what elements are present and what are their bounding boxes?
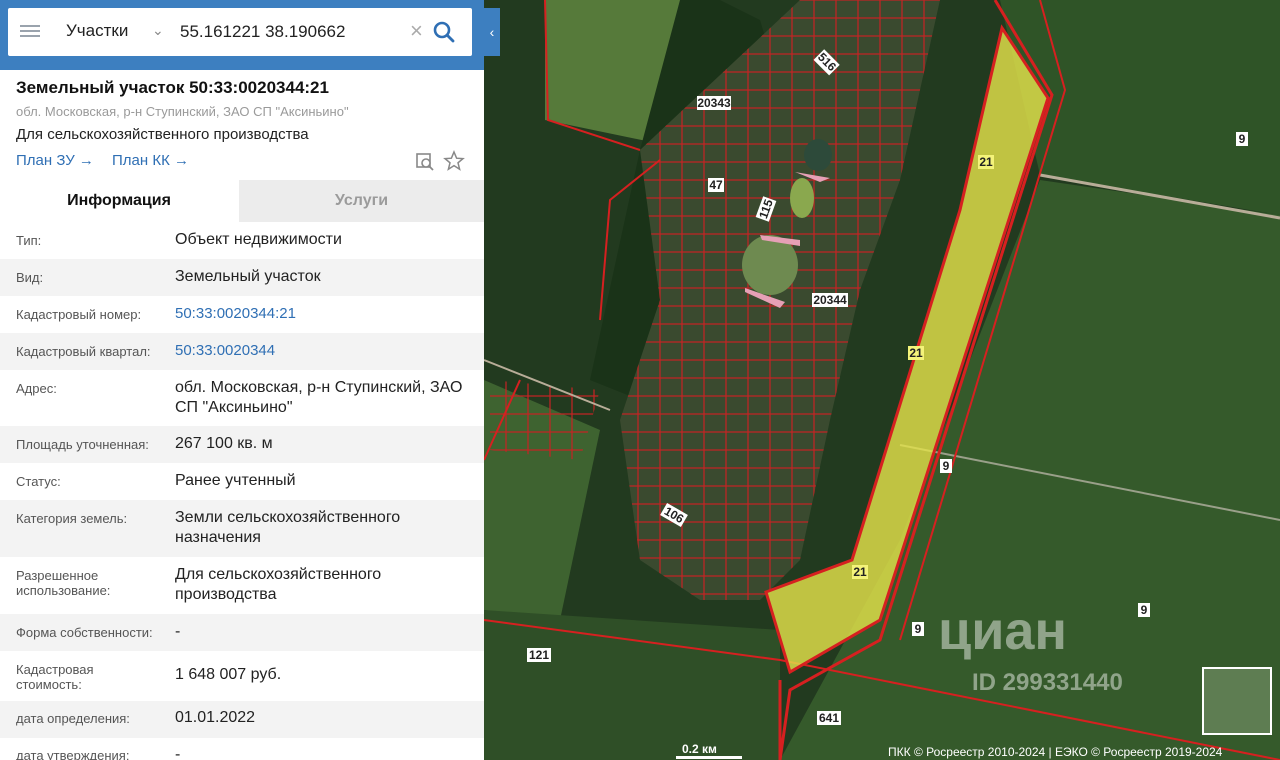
info-row: дата определения: 01.01.2022 xyxy=(0,701,484,738)
info-row: Форма собственности: - xyxy=(0,614,484,651)
scale-label: 0.2 км xyxy=(682,742,717,756)
row-label: дата определения: xyxy=(16,711,130,726)
map-label: 9 xyxy=(1239,132,1246,146)
row-label: Категория земель: xyxy=(16,511,128,526)
map-label: 641 xyxy=(819,711,839,725)
menu-icon[interactable] xyxy=(20,22,40,42)
row-label: Статус: xyxy=(16,474,61,489)
map-label: 20344 xyxy=(813,293,847,307)
map-label: 21 xyxy=(853,565,867,579)
map-label: 9 xyxy=(943,459,950,473)
row-value: Объект недвижимости xyxy=(175,231,342,248)
row-label: Кадастровая стоимость: xyxy=(16,662,94,692)
close-icon[interactable]: × xyxy=(410,19,423,43)
info-row: Категория земель: Земли сельскохозяйстве… xyxy=(0,500,484,557)
search-box: Участки ⌄ × xyxy=(8,8,472,56)
watermark: циан xyxy=(938,601,1068,661)
field-southwest xyxy=(484,610,780,760)
page-title: Земельный участок 50:33:0020344:21 xyxy=(16,78,329,97)
plan-kk-link[interactable]: План КК → xyxy=(112,152,189,169)
row-label: Разрешенное использование: xyxy=(16,568,111,598)
info-row: Кадастровый квартал: 50:33:0020344 xyxy=(0,333,484,370)
info-panel: Участки ⌄ × Земельный участок 50:33:0020… xyxy=(0,0,484,760)
info-row: Разрешенное использование: Для сельскохо… xyxy=(0,557,484,614)
info-row: Адрес: обл. Московская, р-н Ступинский, … xyxy=(0,370,484,426)
collapse-panel-button[interactable]: ‹ xyxy=(484,8,500,56)
row-value: - xyxy=(175,746,181,760)
watermark-id: ID 299331440 xyxy=(972,669,1123,696)
row-value: обл. Московская, р-н Ступинский, ЗАО СП … xyxy=(175,379,463,416)
chevron-down-icon[interactable]: ⌄ xyxy=(152,22,164,39)
search-bar: Участки ⌄ × xyxy=(0,0,484,70)
row-label: Кадастровый номер: xyxy=(16,307,142,322)
tabs: Информация Услуги xyxy=(0,180,484,222)
row-value: 1 648 007 руб. xyxy=(175,666,282,683)
row-label: Площадь уточненная: xyxy=(16,437,149,452)
minimap[interactable] xyxy=(1202,667,1272,735)
pond xyxy=(790,178,814,218)
cadastral-number-link[interactable]: 50:33:0020344:21 xyxy=(175,304,475,324)
row-label: Адрес: xyxy=(16,381,57,396)
row-label: Тип: xyxy=(16,233,42,248)
info-row: Тип: Объект недвижимости xyxy=(0,222,484,259)
layer-select[interactable]: Участки xyxy=(66,21,128,41)
plan-zu-link[interactable]: План ЗУ → xyxy=(16,152,94,169)
star-icon[interactable] xyxy=(443,150,465,172)
info-row: Кадастровый номер: 50:33:0020344:21 xyxy=(0,296,484,333)
row-value: 267 100 кв. м xyxy=(175,435,273,452)
row-value: Ранее учтенный xyxy=(175,472,296,489)
map-label: 21 xyxy=(909,346,923,360)
map-label: 9 xyxy=(915,622,922,636)
row-label: дата утверждения: xyxy=(16,748,130,760)
row-label: Форма собственности: xyxy=(16,625,153,640)
row-value: Земли сельскохозяйственного назначения xyxy=(175,509,401,546)
search-input[interactable] xyxy=(178,18,402,46)
info-row: Кадастровая стоимость: 1 648 007 руб. xyxy=(0,651,484,701)
info-row: Статус: Ранее учтенный xyxy=(0,463,484,500)
pond xyxy=(804,139,832,171)
map-label: 47 xyxy=(709,178,723,192)
row-label: Вид: xyxy=(16,270,44,285)
map-label: 20343 xyxy=(697,96,731,110)
info-row: Площадь уточненная: 267 100 кв. м xyxy=(0,426,484,463)
map-label: 21 xyxy=(979,155,993,169)
scale-bar xyxy=(676,756,742,759)
map-label: 121 xyxy=(529,648,549,662)
map-label: 9 xyxy=(1141,603,1148,617)
row-value: - xyxy=(175,623,181,640)
info-row: дата утверждения: - xyxy=(0,738,484,760)
row-value: Земельный участок xyxy=(175,268,321,285)
tab-information[interactable]: Информация xyxy=(0,180,238,222)
tab-services[interactable]: Услуги xyxy=(239,180,484,222)
zoom-to-icon[interactable] xyxy=(414,150,436,172)
map-attribution: ПКК © Росреестр 2010-2024 | ЕЭКО © Росре… xyxy=(888,745,1223,759)
info-row: Вид: Земельный участок xyxy=(0,259,484,296)
row-value: 01.01.2022 xyxy=(175,709,256,726)
parcel-address: обл. Московская, р-н Ступинский, ЗАО СП … xyxy=(16,104,349,119)
row-value: Для сельскохозяйственного производства xyxy=(175,566,382,603)
row-label: Кадастровый квартал: xyxy=(16,344,151,359)
search-icon[interactable] xyxy=(432,20,456,44)
cadastral-quarter-link[interactable]: 50:33:0020344 xyxy=(175,341,475,361)
parcel-purpose: Для сельскохозяйственного производства xyxy=(16,126,309,143)
